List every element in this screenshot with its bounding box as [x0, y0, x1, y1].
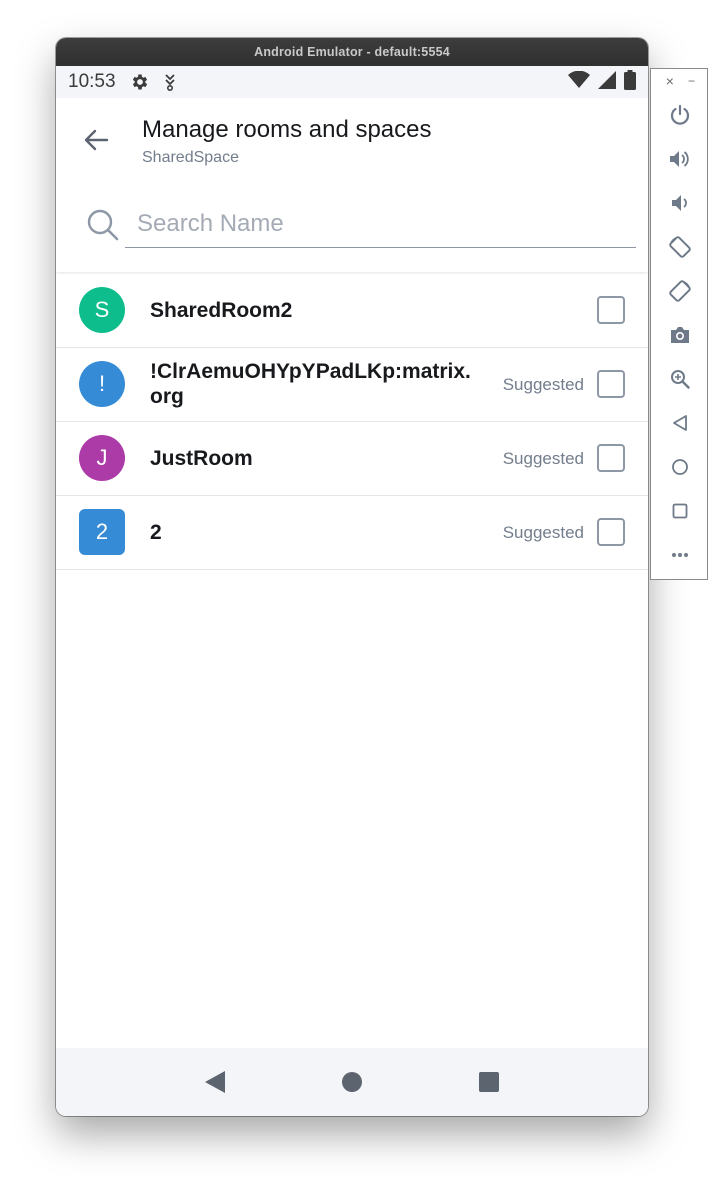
- list-item[interactable]: 2 2 Suggested: [56, 496, 648, 570]
- window-titlebar: Android Emulator - default:5554: [56, 38, 648, 66]
- home-button-toolbar[interactable]: [651, 445, 709, 489]
- power-icon: [670, 104, 690, 125]
- toolbar-close-button[interactable]: ×: [666, 73, 674, 89]
- nav-back-button[interactable]: [195, 1062, 235, 1102]
- avatar: J: [79, 435, 125, 481]
- room-checkbox[interactable]: [597, 370, 625, 398]
- back-button[interactable]: [78, 122, 114, 158]
- room-name: SharedRoom2: [150, 299, 293, 322]
- search-input[interactable]: [125, 200, 636, 248]
- status-bar: 10:53: [56, 66, 648, 98]
- zoom-button[interactable]: [651, 357, 709, 401]
- back-icon: [673, 415, 687, 431]
- circle-home-icon: [341, 1072, 362, 1092]
- emulator-window: Android Emulator - default:5554 10:53 Ma…: [56, 38, 648, 1116]
- more-icon: [672, 553, 688, 557]
- nav-overview-button[interactable]: [469, 1062, 509, 1102]
- room-name-line: !ClrAemuOHYpYPadLKp:matrix.: [150, 360, 471, 383]
- status-time: 10:53: [68, 71, 116, 92]
- suggested-label: Suggested: [502, 449, 584, 468]
- search-bar: [56, 182, 648, 272]
- room-checkbox[interactable]: [597, 296, 625, 324]
- arrow-left-icon: [84, 129, 109, 151]
- more-button[interactable]: [651, 533, 709, 577]
- list-item[interactable]: ! !ClrAemuOHYpYPadLKp:matrix. org Sugges…: [56, 348, 648, 422]
- list-item[interactable]: J JustRoom Suggested: [56, 422, 648, 496]
- rotate-left-button[interactable]: [651, 225, 709, 269]
- room-checkbox[interactable]: [597, 444, 625, 472]
- toolbar-minimize-button[interactable]: −: [688, 74, 695, 88]
- room-list: S SharedRoom2 ! !ClrAemuOHYpYPadLKp:matr…: [56, 274, 648, 570]
- camera-icon: [671, 327, 689, 343]
- signal-icon: [598, 70, 616, 94]
- rotate-left-icon: [669, 236, 691, 258]
- volume-down-icon: [672, 195, 687, 211]
- wifi-icon: [568, 70, 590, 94]
- home-icon: [672, 459, 688, 475]
- rotate-right-icon: [669, 280, 691, 302]
- settings-icon: [130, 72, 150, 92]
- suggested-label: Suggested: [502, 523, 584, 542]
- triangle-back-icon: [204, 1071, 225, 1093]
- volume-down-button[interactable]: [651, 181, 709, 225]
- list-item[interactable]: S SharedRoom2: [56, 274, 648, 348]
- room-name: !ClrAemuOHYpYPadLKp:matrix. org: [150, 359, 471, 409]
- page-subtitle: SharedSpace: [142, 149, 239, 166]
- search-icon: [86, 208, 120, 247]
- rotate-right-button[interactable]: [651, 269, 709, 313]
- battery-icon: [624, 69, 636, 95]
- room-name-line: org: [150, 385, 184, 408]
- square-overview-icon: [479, 1072, 500, 1092]
- avatar: 2: [79, 509, 125, 555]
- window-title: Android Emulator - default:5554: [254, 45, 450, 59]
- power-button[interactable]: [651, 93, 709, 137]
- overview-icon: [672, 503, 688, 519]
- download-icon: [162, 73, 178, 91]
- system-nav-bar: [56, 1048, 648, 1116]
- room-name: JustRoom: [150, 447, 253, 470]
- avatar: S: [79, 287, 125, 333]
- volume-up-icon: [670, 151, 689, 167]
- nav-home-button[interactable]: [332, 1062, 372, 1102]
- avatar: !: [79, 361, 125, 407]
- back-button-toolbar[interactable]: [651, 401, 709, 445]
- room-checkbox[interactable]: [597, 518, 625, 546]
- page-title: Manage rooms and spaces: [142, 116, 432, 143]
- overview-button-toolbar[interactable]: [651, 489, 709, 533]
- app-bar: Manage rooms and spaces SharedSpace: [56, 98, 648, 182]
- room-name: 2: [150, 521, 162, 544]
- screenshot-button[interactable]: [651, 313, 709, 357]
- zoom-icon: [671, 370, 690, 389]
- suggested-label: Suggested: [502, 375, 584, 394]
- volume-up-button[interactable]: [651, 137, 709, 181]
- emulator-toolbar: × −: [650, 68, 708, 580]
